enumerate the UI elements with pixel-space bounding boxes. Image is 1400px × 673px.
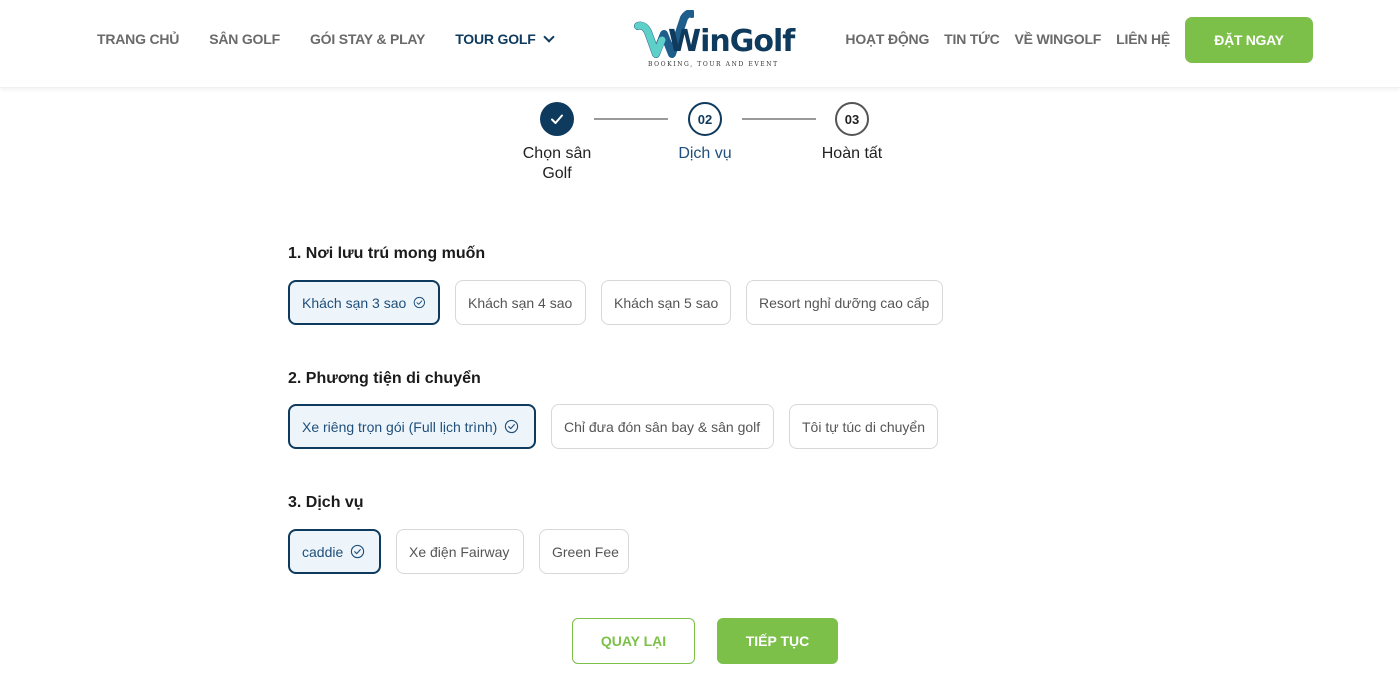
option-private-car[interactable]: Xe riêng trọn gói (Full lịch trình) [288,404,536,449]
check-circle-icon [414,296,426,309]
option-green-fee[interactable]: Green Fee [539,529,629,574]
check-circle-icon [505,419,519,434]
nav-item-home[interactable]: TRANG CHỦ [97,31,179,47]
option-airport-transfer[interactable]: Chỉ đưa đón sân bay & sân golf [551,404,774,449]
book-now-button[interactable]: ĐẶT NGAY [1185,17,1313,63]
option-label: caddie [302,543,344,560]
option-label: Tôi tự túc di chuyển [802,418,925,435]
option-self-transport[interactable]: Tôi tự túc di chuyển [789,404,938,449]
nav-item-about[interactable]: VỀ WINGOLF [1015,31,1102,47]
services-options: caddie Xe điện Fairway Green Fee [288,529,644,574]
option-hotel-4-star[interactable]: Khách sạn 4 sao [455,280,586,325]
nav-item-tour-golf[interactable]: TOUR GOLF [455,31,555,47]
option-caddie[interactable]: caddie [288,529,381,574]
step-3-circle: 03 [835,102,869,136]
site-header: TRANG CHỦ SÂN GOLF GÓI STAY & PLAY TOUR … [0,0,1400,88]
logo-tagline: BOOKING, TOUR AND EVENT [648,61,779,68]
nav-item-contact[interactable]: LIÊN HỆ [1116,31,1170,47]
step-2-label: Dịch vụ [678,145,732,162]
nav-left: TRANG CHỦ SÂN GOLF GÓI STAY & PLAY TOUR … [97,31,583,47]
chevron-down-icon [542,31,555,43]
option-luxury-resort[interactable]: Resort nghỉ dưỡng cao cấp [746,280,943,325]
option-hotel-3-star[interactable]: Khách sạn 3 sao [288,280,440,325]
step-3: 03 Hoàn tất [802,102,902,164]
nav-item-tour-golf-label: TOUR GOLF [455,31,536,47]
wingolf-logo[interactable]: WinGolf BOOKING, TOUR AND EVENT [634,8,795,72]
nav-item-golf-courses[interactable]: SÂN GOLF [209,31,280,47]
accommodation-options: Khách sạn 3 sao Khách sạn 4 sao Khách sạ… [288,280,958,325]
check-icon [551,114,563,124]
option-label: Khách sạn 4 sao [468,294,573,311]
option-label: Green Fee [552,543,619,560]
nav-item-stay-play[interactable]: GÓI STAY & PLAY [310,31,425,47]
step-3-label: Hoàn tất [821,145,883,162]
option-label: Resort nghỉ dưỡng cao cấp [759,294,930,311]
option-label: Khách sạn 5 sao [614,294,719,311]
option-label: Xe điện Fairway [409,543,510,560]
option-hotel-5-star[interactable]: Khách sạn 5 sao [601,280,731,325]
transport-options: Xe riêng trọn gói (Full lịch trình) Chỉ … [288,404,953,449]
step-2-circle: 02 [688,102,722,136]
nav-right: HOẠT ĐỘNG TIN TỨC VỀ WINGOLF LIÊN HỆ [830,31,1170,47]
nav-item-news[interactable]: TIN TỨC [944,31,1000,47]
option-label: Chỉ đưa đón sân bay & sân golf [564,418,761,435]
section-services-title: 3. Dịch vụ [288,494,364,511]
continue-button[interactable]: TIẾP TỤC [717,618,838,664]
nav-item-activities[interactable]: HOẠT ĐỘNG [845,31,929,47]
step-1-circle [540,102,574,136]
step-1: Chọn sân Golf [507,102,607,184]
step-1-label: Chọn sân Golf [522,145,592,182]
option-label: Xe riêng trọn gói (Full lịch trình) [302,418,498,435]
section-transport-title: 2. Phương tiện di chuyển [288,370,481,387]
back-button[interactable]: QUAY LẠI [572,618,695,664]
section-accommodation-title: 1. Nơi lưu trú mong muốn [288,245,486,262]
option-label: Khách sạn 3 sao [302,294,407,311]
logo-text: WinGolf [668,24,795,59]
step-2: 02 Dịch vụ [655,102,755,164]
check-circle-icon [351,544,365,559]
option-fairway-cart[interactable]: Xe điện Fairway [396,529,524,574]
